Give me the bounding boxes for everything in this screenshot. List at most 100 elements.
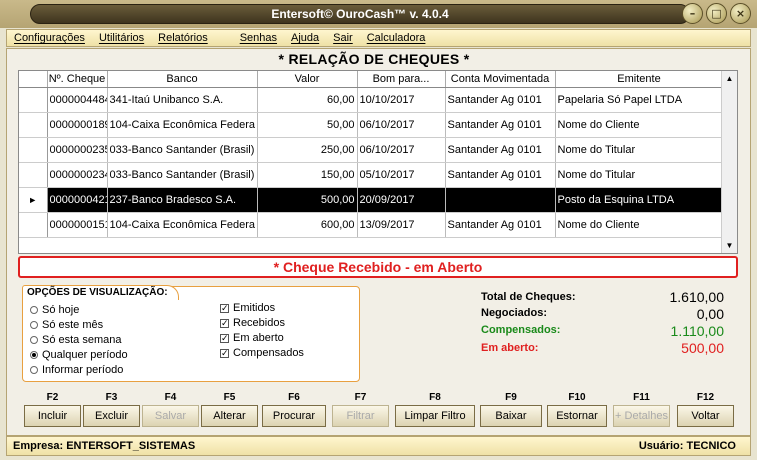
fkey-cell: F9 Baixar [480,392,542,428]
radio-qualquer-periodo[interactable]: Qualquer período [30,349,128,361]
cell-emitente: Nome do Titular [555,137,724,163]
cell-conta: Santander Ag 0101 [445,162,556,188]
radio-icon [30,321,38,329]
header-conta[interactable]: Conta Movimentada [445,71,556,88]
usuario-label: Usuário: TECNICO [638,440,736,452]
radio-label: Só este mês [42,319,104,331]
check-compensados[interactable]: ✓ Compensados [220,347,304,359]
em-aberto-label: Em aberto: [481,342,539,354]
header-indicator [19,71,48,88]
cell-cheque: 0000000189 [47,112,108,138]
menu-utilitarios[interactable]: Utilitários [92,30,151,46]
cell-banco: 104-Caixa Econômica Federa [107,112,258,138]
estornar-button[interactable]: Estornar [547,405,607,427]
scroll-down-icon[interactable]: ▼ [722,238,737,253]
check-recebidos[interactable]: ✓ Recebidos [220,317,285,329]
header-bom-para[interactable]: Bom para... [357,71,446,88]
cell-banco: 033-Banco Santander (Brasil) [107,162,258,188]
menu-calculadora[interactable]: Calculadora [360,30,433,46]
cell-bom-para: 13/09/2017 [357,212,446,238]
table-row[interactable]: 0000000234 033-Banco Santander (Brasil) … [19,162,724,188]
header-emitente[interactable]: Emitente [555,71,724,88]
maximize-icon: □ [711,7,722,20]
cheques-grid[interactable]: Nº. Cheque Banco Valor Bom para... Conta… [18,70,738,254]
radio-label: Só esta semana [42,334,122,346]
maximize-button[interactable]: □ [706,3,727,24]
menu-sair[interactable]: Sair [326,30,360,46]
status-bar: Empresa: ENTERSOFT_SISTEMAS Usuário: TEC… [6,436,751,456]
function-key-bar: F2 Incluir F3 Excluir F4 Salvar F5 Alterar F… [18,392,738,428]
header-cheque[interactable]: Nº. Cheque [47,71,108,88]
radio-so-hoje[interactable]: Só hoje [30,304,79,316]
salvar-button[interactable]: Salvar [142,405,199,427]
minimize-button[interactable]: – [682,3,703,24]
cell-conta [445,187,556,213]
grid-scrollbar[interactable]: ▲ ▼ [721,71,737,253]
menu-relatorios[interactable]: Relatórios [151,30,215,46]
filtrar-button[interactable]: Filtrar [332,405,389,427]
table-row[interactable]: 0000004484 341-Itaú Unibanco S.A. 60,00 … [19,87,724,113]
total-cheques-value: 1.610,00 [669,289,725,305]
mais-detalhes-button[interactable]: + Detalhes [613,405,670,427]
close-icon: × [735,7,746,20]
close-button[interactable]: × [730,3,751,24]
radio-so-esta-semana[interactable]: Só esta semana [30,334,122,346]
row-indicator [19,87,48,113]
menu-senhas[interactable]: Senhas [233,30,284,46]
fkey-label: F6 [288,392,300,403]
limpar-filtro-button[interactable]: Limpar Filtro [395,405,475,427]
checkbox-checked-icon: ✓ [220,317,229,328]
check-emitidos[interactable]: ✓ Emitidos [220,302,275,314]
fkey-cell: F2 Incluir [24,392,81,428]
cell-bom-para: 05/10/2017 [357,162,446,188]
cell-cheque: 0000000235 [47,137,108,163]
menu-configuracoes[interactable]: Configurações [7,30,92,46]
fkey-label: F11 [633,392,650,403]
row-selected-indicator-icon: ► [19,187,48,213]
cell-emitente: Posto da Esquina LTDA [555,187,724,213]
compensados-label: Compensados: [481,324,561,336]
table-header-row: Nº. Cheque Banco Valor Bom para... Conta… [19,71,724,88]
fkey-label: F2 [46,392,59,403]
cell-conta: Santander Ag 0101 [445,112,556,138]
fkey-label: F3 [105,392,118,403]
radio-informar-periodo[interactable]: Informar período [30,364,123,376]
header-valor[interactable]: Valor [257,71,358,88]
radio-so-este-mes[interactable]: Só este mês [30,319,103,331]
menu-ajuda[interactable]: Ajuda [284,30,326,46]
cell-conta: Santander Ag 0101 [445,137,556,163]
baixar-button[interactable]: Baixar [480,405,542,427]
fkey-label: F9 [505,392,517,403]
cell-emitente: Nome do Titular [555,162,724,188]
minimize-icon: – [689,7,696,20]
excluir-button[interactable]: Excluir [83,405,140,427]
negociados-label: Negociados: [481,307,548,319]
empresa-label: Empresa: ENTERSOFT_SISTEMAS [13,440,196,452]
table-row[interactable]: 0000000235 033-Banco Santander (Brasil) … [19,137,724,163]
header-banco[interactable]: Banco [107,71,258,88]
row-indicator [19,112,48,138]
cell-bom-para: 10/10/2017 [357,87,446,113]
fkey-cell: F10 Estornar [547,392,607,428]
incluir-button[interactable]: Incluir [24,405,81,427]
cell-valor: 500,00 [257,187,358,213]
cell-banco: 104-Caixa Econômica Federa [107,212,258,238]
fkey-cell: F5 Alterar [201,392,258,428]
fkey-cell: F4 Salvar [142,392,199,428]
table-row[interactable]: 0000000189 104-Caixa Econômica Federa 50… [19,112,724,138]
cell-valor: 150,00 [257,162,358,188]
table-row-selected[interactable]: ► 0000000421 237-Banco Bradesco S.A. 500… [19,187,724,213]
radio-icon [30,306,38,314]
table-row[interactable]: 0000000151 104-Caixa Econômica Federa 60… [19,212,724,238]
cell-emitente: Papelaria Só Papel LTDA [555,87,724,113]
voltar-button[interactable]: Voltar [677,405,734,427]
fkey-label: F8 [429,392,441,403]
scroll-up-icon[interactable]: ▲ [722,71,737,86]
radio-label: Qualquer período [42,349,128,361]
cell-valor: 250,00 [257,137,358,163]
page-title: * RELAÇÃO DE CHEQUES * [278,51,470,67]
procurar-button[interactable]: Procurar [262,405,326,427]
check-em-aberto[interactable]: ✓ Em aberto [220,332,284,344]
cell-conta: Santander Ag 0101 [445,212,556,238]
alterar-button[interactable]: Alterar [201,405,258,427]
